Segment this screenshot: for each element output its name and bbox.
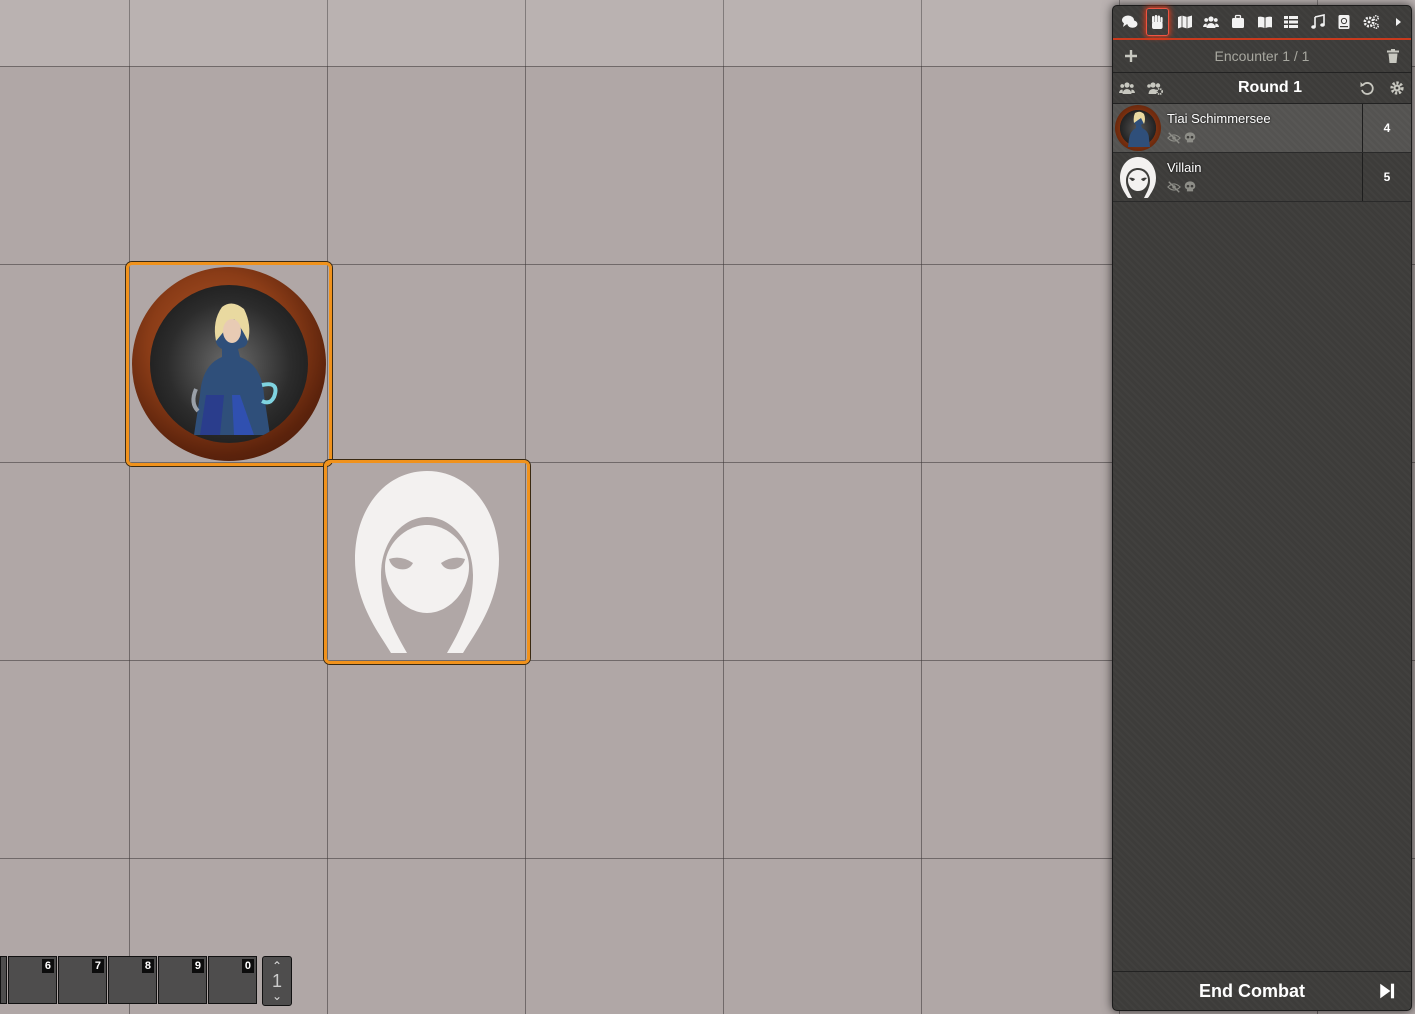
hotbar-slot[interactable]	[0, 956, 7, 1004]
delete-encounter-button[interactable]	[1383, 46, 1403, 66]
character-portrait	[150, 285, 308, 443]
tab-playlists[interactable]	[1304, 8, 1331, 36]
suitcase-icon	[1231, 14, 1244, 28]
tab-tables[interactable]	[1278, 8, 1305, 36]
combatant-initiative[interactable]: 4	[1362, 104, 1411, 152]
skull-icon[interactable]	[1183, 131, 1197, 145]
eye-slash-icon[interactable]	[1167, 131, 1181, 145]
encounter-title: Encounter 1 / 1	[1214, 48, 1310, 64]
next-turn-button[interactable]	[1363, 982, 1411, 1000]
roll-npcs-button[interactable]	[1145, 78, 1165, 98]
plus-icon	[1125, 50, 1137, 62]
token-portrait-frame	[132, 267, 326, 461]
hotbar-page-number: 1	[271, 971, 282, 991]
combat-settings-button[interactable]	[1387, 78, 1407, 98]
comments-icon	[1122, 15, 1138, 28]
slot-number: 6	[41, 959, 54, 973]
tab-collapse[interactable]	[1384, 8, 1411, 36]
hotbar-slot[interactable]: 9	[158, 956, 207, 1004]
token-tiai-schimmersee[interactable]	[126, 262, 332, 466]
combatant-portrait	[1115, 105, 1161, 151]
map-icon	[1177, 15, 1192, 29]
users-icon	[1119, 82, 1135, 94]
combatant-row[interactable]: Villain 5	[1113, 153, 1411, 202]
combatant-name: Villain	[1167, 160, 1202, 175]
hooded-figure-icon	[355, 471, 499, 653]
users-icon	[1203, 16, 1220, 28]
tab-combat[interactable]	[1145, 8, 1170, 36]
token-villain[interactable]	[324, 460, 530, 664]
skull-icon[interactable]	[1183, 180, 1197, 194]
gear-icon	[1390, 81, 1404, 95]
hotbar-slot[interactable]: 7	[58, 956, 107, 1004]
undo-icon	[1360, 82, 1374, 95]
roll-all-button[interactable]	[1117, 78, 1137, 98]
combatant-row[interactable]: Tiai Schimmersee 4	[1113, 104, 1411, 153]
round-title: Round 1	[1238, 79, 1302, 96]
slot-number: 0	[241, 959, 254, 973]
hotbar-page-control: ⌃ 1 ⌄	[262, 956, 292, 1006]
tab-chat[interactable]	[1117, 8, 1144, 36]
step-forward-icon	[1380, 983, 1395, 999]
eye-slash-icon[interactable]	[1167, 180, 1181, 194]
th-list-icon	[1284, 16, 1299, 28]
caret-right-icon	[1395, 18, 1401, 26]
slot-number: 7	[91, 959, 104, 973]
combatant-list: Tiai Schimmersee 4 Villain 5	[1113, 104, 1411, 202]
combatant-initiative[interactable]: 5	[1362, 153, 1411, 201]
trash-icon	[1386, 49, 1399, 63]
tab-compendium[interactable]	[1331, 8, 1358, 36]
round-header: Round 1	[1113, 73, 1411, 104]
fist-raised-icon	[1152, 15, 1164, 29]
add-encounter-button[interactable]	[1121, 46, 1141, 66]
slot-number: 9	[191, 959, 204, 973]
users-cog-icon	[1147, 82, 1163, 95]
hotbar-slot[interactable]: 8	[108, 956, 157, 1004]
reset-initiative-button[interactable]	[1357, 78, 1377, 98]
tab-settings[interactable]	[1358, 8, 1385, 36]
encounter-header: Encounter 1 / 1	[1113, 40, 1411, 73]
cogs-icon	[1363, 15, 1380, 29]
tab-items[interactable]	[1225, 8, 1252, 36]
combatant-portrait	[1115, 154, 1161, 200]
tab-actors[interactable]	[1198, 8, 1225, 36]
hotbar-slot[interactable]: 6	[8, 956, 57, 1004]
slot-number: 8	[141, 959, 154, 973]
combat-footer: End Combat	[1113, 971, 1411, 1010]
tab-scenes[interactable]	[1171, 8, 1198, 36]
tab-journal[interactable]	[1251, 8, 1278, 36]
combatant-name: Tiai Schimmersee	[1167, 111, 1271, 126]
atlas-icon	[1338, 15, 1350, 29]
hotbar-slot[interactable]: 0	[208, 956, 257, 1004]
chevron-down-icon[interactable]: ⌄	[272, 989, 282, 1003]
sidebar-tabs	[1113, 6, 1411, 40]
macro-hotbar: 6 7 8 9 0	[0, 956, 258, 1006]
book-open-icon	[1257, 16, 1272, 28]
music-icon	[1310, 14, 1325, 29]
sidebar: Encounter 1 / 1 Round 1 Tiai Schimmersee…	[1112, 5, 1412, 1011]
end-combat-button[interactable]: End Combat	[1113, 981, 1363, 1002]
